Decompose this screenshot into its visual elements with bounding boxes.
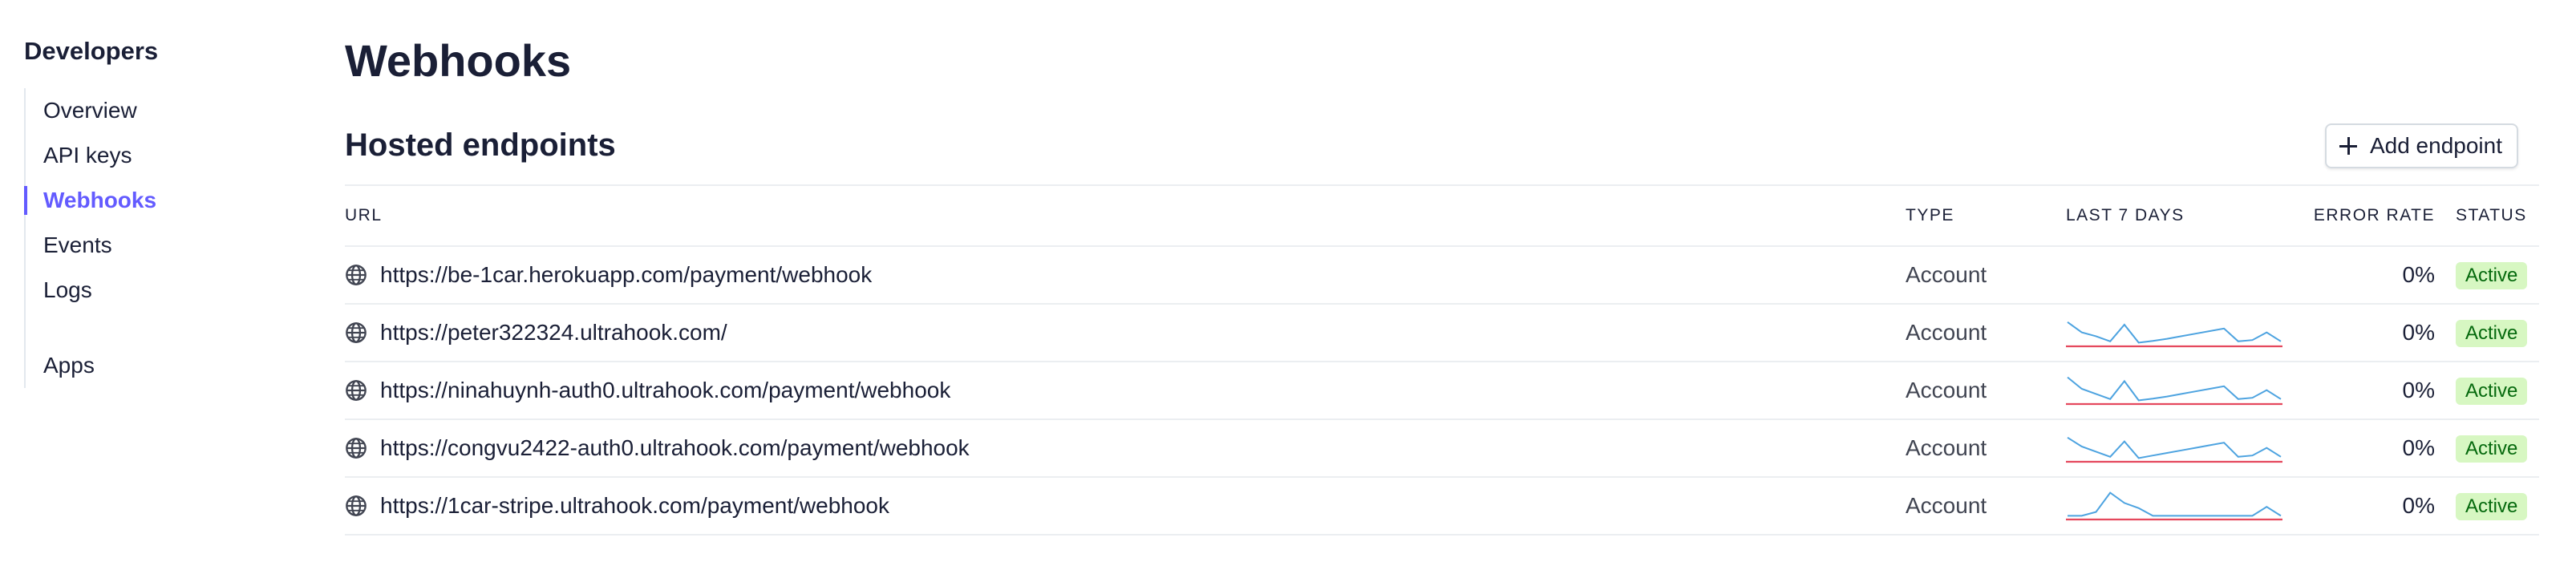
error-rate-cell: 0%: [2307, 246, 2435, 305]
url-cell: https://1car-stripe.ultrahook.com/paymen…: [345, 477, 1906, 536]
globe-icon: [346, 495, 367, 516]
url-cell: https://be-1car.herokuapp.com/payment/we…: [345, 246, 1906, 305]
error-rate-cell: 0%: [2307, 304, 2435, 362]
sparkline-chart: [2066, 257, 2282, 293]
column-header-status[interactable]: STATUS: [2435, 184, 2539, 247]
main-content: Webhooks Hosted endpoints Add endpoint U…: [345, 32, 2539, 536]
type-cell: Account: [1906, 246, 2066, 305]
sidebar-item-events[interactable]: Events: [26, 223, 281, 268]
endpoint-type: Account: [1906, 493, 1987, 518]
status-badge: Active: [2456, 435, 2528, 463]
url-cell: https://congvu2422-auth0.ultrahook.com/p…: [345, 419, 1906, 478]
status-cell: Active: [2435, 419, 2539, 478]
sparkline-chart: [2066, 321, 2282, 348]
sidebar-nav: Overview API keys Webhooks Events Logs A…: [24, 88, 281, 388]
table-row[interactable]: https://peter322324.ultrahook.com/ Accou…: [345, 304, 2539, 362]
globe-icon: [346, 322, 367, 343]
developers-sidebar: Developers Overview API keys Webhooks Ev…: [24, 35, 281, 388]
last-7-days-cell: [2066, 362, 2307, 420]
endpoints-table: URL TYPE LAST 7 DAYS ERROR RATE STATUS h…: [345, 184, 2539, 536]
error-rate-value: 0%: [2402, 262, 2435, 287]
type-cell: Account: [1906, 362, 2066, 420]
type-cell: Account: [1906, 477, 2066, 536]
last-7-days-cell: [2066, 246, 2307, 305]
sidebar-item-api-keys[interactable]: API keys: [26, 133, 281, 178]
error-rate-cell: 0%: [2307, 419, 2435, 478]
endpoint-url[interactable]: https://peter322324.ultrahook.com/: [380, 320, 727, 346]
status-badge: Active: [2456, 261, 2528, 289]
column-header-last-7-days[interactable]: LAST 7 DAYS: [2066, 184, 2307, 247]
sidebar-item-logs[interactable]: Logs: [26, 268, 281, 313]
error-rate-value: 0%: [2402, 320, 2435, 345]
status-badge: Active: [2456, 377, 2528, 405]
last-7-days-cell: [2066, 419, 2307, 478]
endpoint-type: Account: [1906, 435, 1987, 460]
table-row[interactable]: https://1car-stripe.ultrahook.com/paymen…: [345, 477, 2539, 536]
status-cell: Active: [2435, 246, 2539, 305]
sidebar-item-apps[interactable]: Apps: [26, 343, 281, 388]
url-cell: https://ninahuynh-auth0.ultrahook.com/pa…: [345, 362, 1906, 420]
table-row[interactable]: https://congvu2422-auth0.ultrahook.com/p…: [345, 419, 2539, 478]
requests-sparkline: [2067, 376, 2282, 402]
endpoint-url[interactable]: https://congvu2422-auth0.ultrahook.com/p…: [380, 435, 970, 461]
endpoint-url[interactable]: https://1car-stripe.ultrahook.com/paymen…: [380, 493, 889, 519]
section-title: Hosted endpoints: [345, 127, 616, 163]
webhooks-page: Developers Overview API keys Webhooks Ev…: [0, 0, 2576, 574]
sidebar-title: Developers: [24, 37, 159, 65]
plus-icon: [2339, 137, 2357, 155]
status-cell: Active: [2435, 362, 2539, 420]
requests-sparkline: [2067, 321, 2282, 344]
status-cell: Active: [2435, 304, 2539, 362]
error-rate-cell: 0%: [2307, 477, 2435, 536]
table-header-row: URL TYPE LAST 7 DAYS ERROR RATE STATUS: [345, 184, 2539, 247]
error-rate-value: 0%: [2402, 435, 2435, 460]
column-header-type[interactable]: TYPE: [1906, 184, 2066, 247]
endpoint-url[interactable]: https://ninahuynh-auth0.ultrahook.com/pa…: [380, 378, 950, 403]
table-row[interactable]: https://be-1car.herokuapp.com/payment/we…: [345, 246, 2539, 305]
sidebar-item-overview[interactable]: Overview: [26, 88, 281, 133]
sidebar-item-webhooks[interactable]: Webhooks: [24, 178, 281, 223]
sparkline-chart: [2066, 376, 2282, 406]
endpoint-url[interactable]: https://be-1car.herokuapp.com/payment/we…: [380, 262, 872, 288]
table-row[interactable]: https://ninahuynh-auth0.ultrahook.com/pa…: [345, 362, 2539, 420]
column-header-url[interactable]: URL: [345, 184, 1906, 247]
globe-icon: [346, 265, 367, 285]
last-7-days-cell: [2066, 477, 2307, 536]
globe-icon: [346, 438, 367, 459]
hosted-endpoints-header: Hosted endpoints Add endpoint: [345, 114, 2518, 176]
sparkline-chart: [2066, 491, 2282, 521]
requests-sparkline: [2067, 436, 2282, 459]
page-title: Webhooks: [345, 35, 572, 86]
globe-icon: [346, 380, 367, 401]
error-rate-value: 0%: [2402, 378, 2435, 402]
type-cell: Account: [1906, 304, 2066, 362]
status-cell: Active: [2435, 477, 2539, 536]
status-badge: Active: [2456, 319, 2528, 347]
add-endpoint-label: Add endpoint: [2369, 133, 2502, 158]
endpoint-type: Account: [1906, 378, 1987, 402]
endpoint-type: Account: [1906, 320, 1987, 345]
add-endpoint-button[interactable]: Add endpoint: [2324, 123, 2518, 168]
type-cell: Account: [1906, 419, 2066, 478]
requests-sparkline: [2068, 491, 2282, 517]
endpoint-type: Account: [1906, 262, 1987, 287]
column-header-error-rate[interactable]: ERROR RATE: [2307, 184, 2435, 247]
status-badge: Active: [2456, 492, 2528, 520]
sparkline-chart: [2066, 436, 2282, 463]
url-cell: https://peter322324.ultrahook.com/: [345, 304, 1906, 362]
last-7-days-cell: [2066, 304, 2307, 362]
error-rate-value: 0%: [2402, 493, 2435, 518]
error-rate-cell: 0%: [2307, 362, 2435, 420]
